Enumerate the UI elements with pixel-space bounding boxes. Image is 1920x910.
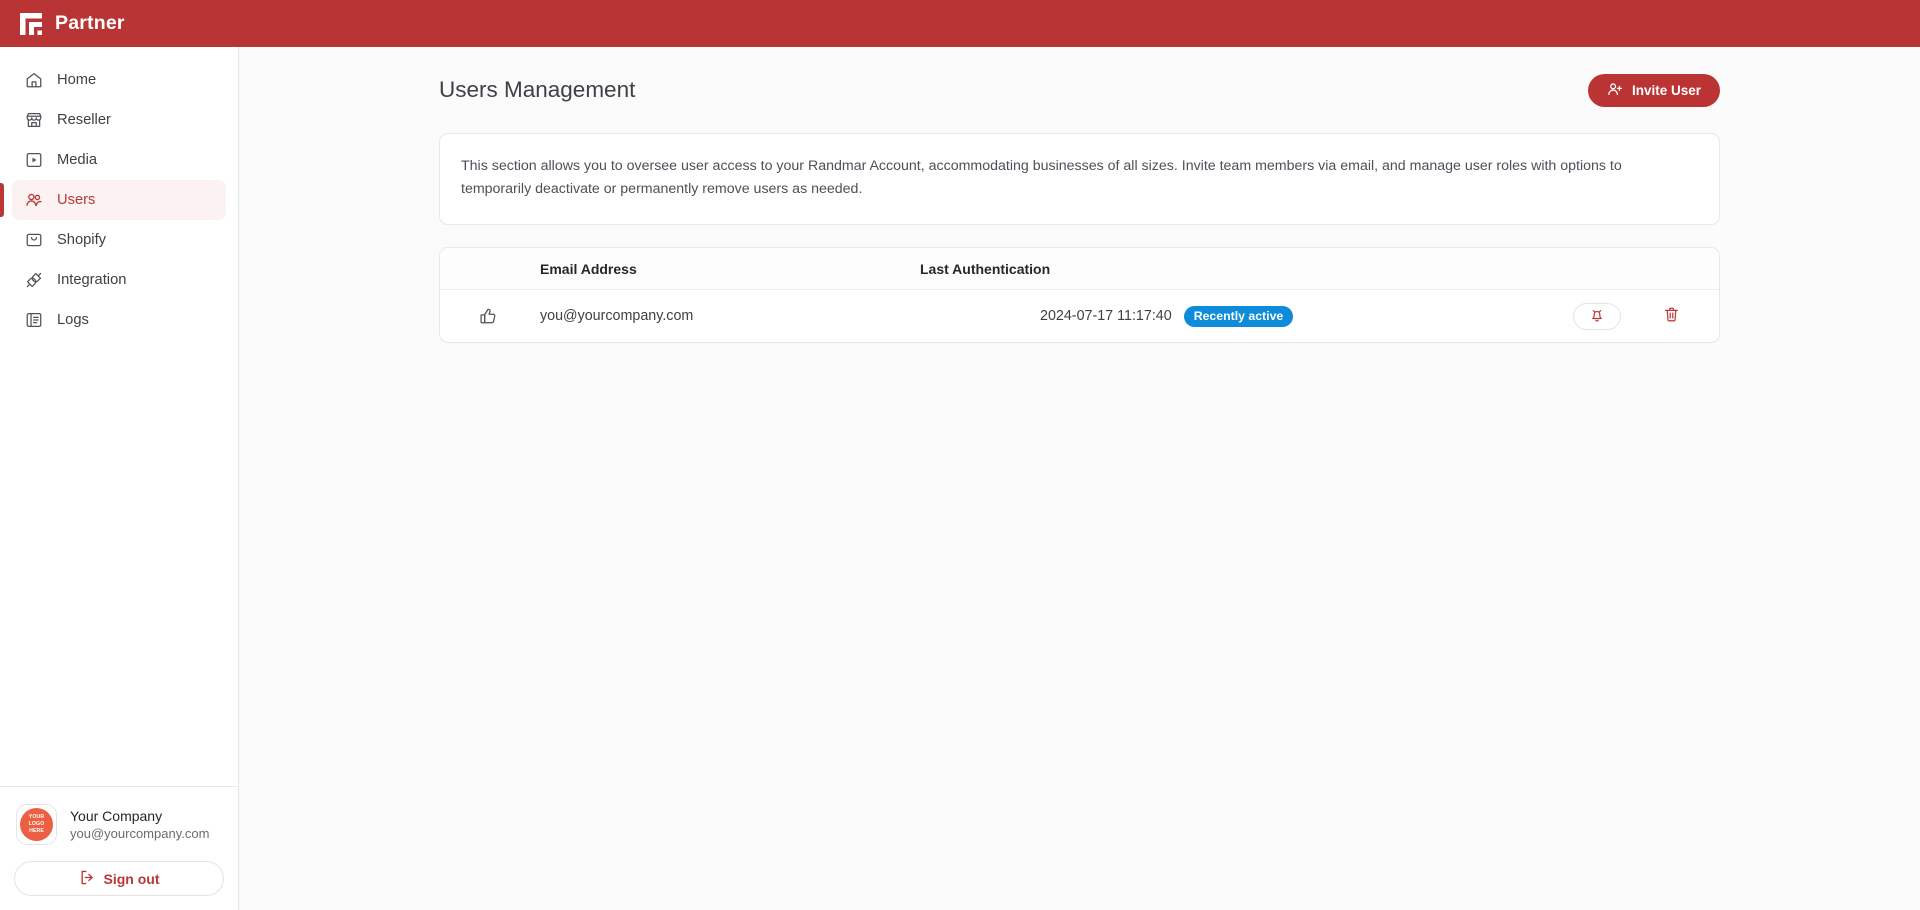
column-header-actions [1440,247,1719,291]
sidebar-item-logs[interactable]: Logs [12,300,226,340]
account-text: Your Company you@yourcompany.com [70,808,209,841]
invite-user-label: Invite User [1631,82,1701,98]
sign-out-label: Sign out [103,870,160,887]
sidebar-item-label: Users [57,192,96,208]
sidebar-item-label: Logs [57,312,89,328]
main-content: Users Management Invite User This sectio… [239,47,1920,910]
column-header-flag [440,247,540,291]
notify-button[interactable] [1573,302,1621,330]
sidebar-item-label: Integration [57,272,127,288]
users-icon [25,191,43,209]
auth-cell-inner: 2024-07-17 11:17:40 Recently active [920,305,1440,327]
account-name: Your Company [70,808,163,824]
top-header-bar: Partner [0,0,1920,47]
company-avatar-icon: YOUR LOGO HERE [20,808,53,841]
sidebar-item-reseller[interactable]: Reseller [12,100,226,140]
sidebar-item-media[interactable]: Media [12,140,226,180]
invite-user-button[interactable]: Invite User [1587,73,1720,107]
row-last-authentication-cell: 2024-07-17 11:17:40 Recently active [920,290,1440,342]
avatar-line-1: YOUR [28,813,45,820]
store-icon [25,111,43,129]
sidebar-item-label: Reseller [57,112,111,128]
users-table-card: Email Address Last Authentication you@yo… [439,246,1720,343]
sidebar: Home Reseller Media Users Shopify Integr… [0,47,239,910]
avatar-line-3: HERE [29,828,44,835]
delete-button[interactable] [1661,305,1681,327]
sign-out-button[interactable]: Sign out [14,861,224,896]
alarm-bell-icon [1589,307,1605,326]
play-square-icon [25,151,43,169]
sidebar-item-label: Media [57,152,98,168]
row-flag-cell [440,290,540,342]
shopping-bag-icon [25,231,43,249]
avatar-line-2: LOGO [28,820,45,827]
row-actions [1573,302,1681,330]
row-email-cell: you@yourcompany.com [540,308,694,325]
sidebar-footer: YOUR LOGO HERE Your Company you@yourcomp… [0,786,238,910]
users-table: Email Address Last Authentication you@yo… [440,247,1719,342]
account-email: you@yourcompany.com [70,826,210,841]
info-panel-text: This section allows you to oversee user … [461,158,1622,198]
book-list-icon [25,311,43,329]
last-authentication-timestamp: 2024-07-17 11:17:40 [1040,308,1172,325]
page-container: Users Management Invite User This sectio… [439,47,1720,343]
sidebar-item-shopify[interactable]: Shopify [12,220,226,260]
sidebar-item-users[interactable]: Users [0,180,226,220]
sidebar-item-label: Shopify [57,232,106,248]
user-plus-icon [1607,81,1623,100]
home-icon [25,71,43,89]
avatar: YOUR LOGO HERE [16,804,57,845]
info-panel: This section allows you to oversee user … [439,133,1720,225]
plug-icon [25,271,43,289]
users-table-body: you@yourcompany.com 2024-07-17 11:17:40 … [440,290,1719,342]
row-actions-cell [1440,290,1719,342]
partner-frame-logo-icon [18,11,44,37]
page-header: Users Management Invite User [439,67,1720,113]
brand-name: Partner [55,12,125,34]
sidebar-item-label: Home [57,72,97,88]
trash-icon [1663,306,1680,326]
sidebar-item-home[interactable]: Home [12,60,226,100]
column-header-last-authentication: Last Authentication [920,247,1440,291]
thumbs-up-icon[interactable] [479,307,540,325]
sidebar-item-integration[interactable]: Integration [12,260,226,300]
table-header-row: Email Address Last Authentication [440,247,1719,291]
users-table-head: Email Address Last Authentication [440,247,1719,291]
column-header-email: Email Address [540,247,920,291]
account-summary[interactable]: YOUR LOGO HERE Your Company you@yourcomp… [14,802,224,845]
sidebar-nav: Home Reseller Media Users Shopify Integr… [0,47,238,340]
status-badge: Recently active [1183,305,1294,327]
page-title: Users Management [439,77,636,102]
brand[interactable]: Partner [18,11,125,37]
table-row: you@yourcompany.com 2024-07-17 11:17:40 … [440,290,1719,342]
logout-icon [79,869,96,889]
